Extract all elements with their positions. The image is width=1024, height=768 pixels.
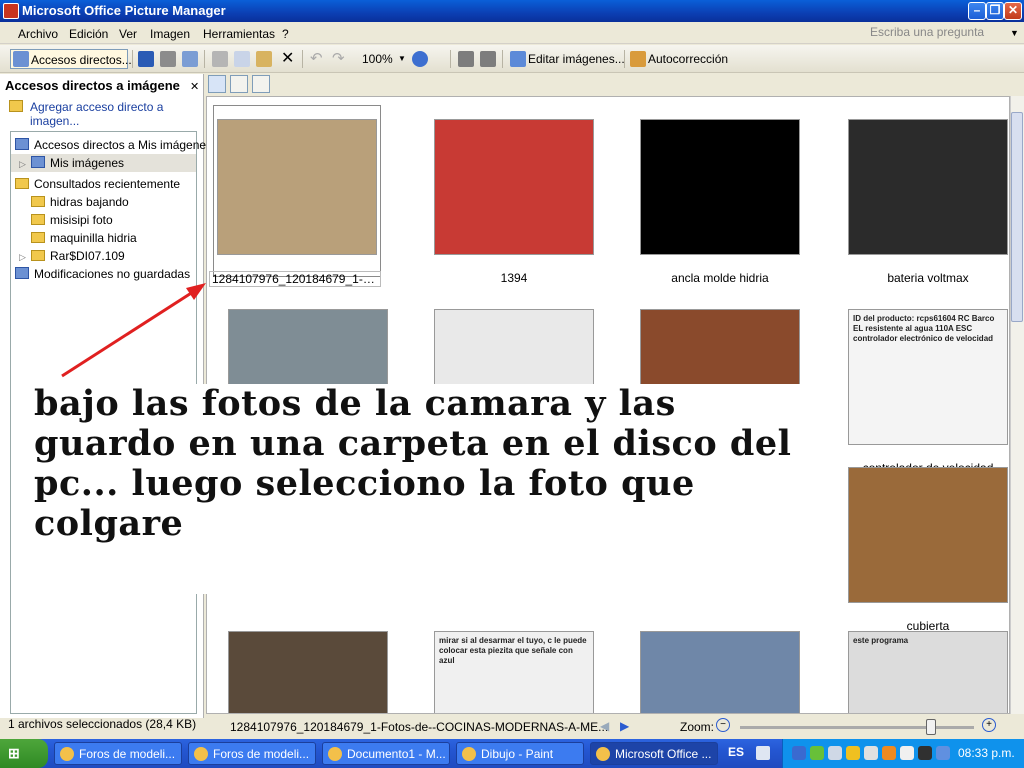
zoom-slider-handle[interactable] bbox=[926, 719, 936, 735]
windows-logo-icon: ⊞ bbox=[8, 745, 20, 761]
zoom-label: Zoom: bbox=[680, 720, 715, 734]
taskbar-button-label: Microsoft Office ... bbox=[615, 747, 712, 761]
taskbar-button[interactable]: Microsoft Office ... bbox=[590, 742, 718, 765]
app-icon bbox=[462, 747, 476, 761]
language-indicator[interactable]: ES bbox=[728, 745, 744, 759]
start-button[interactable]: ⊞ bbox=[0, 739, 48, 768]
app-icon bbox=[328, 747, 342, 761]
annotation-text: bajo las fotos de la camara y las guardo… bbox=[34, 383, 792, 544]
taskbar-button-label: Documento1 - M... bbox=[347, 747, 446, 761]
speaker-icon[interactable] bbox=[828, 746, 842, 760]
tray-app-icon[interactable] bbox=[918, 746, 932, 760]
keyboard-icon[interactable] bbox=[756, 746, 770, 760]
taskbar-button[interactable]: Foros de modeli... bbox=[54, 742, 182, 765]
tray-app-icon[interactable] bbox=[936, 746, 950, 760]
network-icon[interactable] bbox=[792, 746, 806, 760]
taskbar-button[interactable]: Dibujo - Paint bbox=[456, 742, 584, 765]
app-icon bbox=[60, 747, 74, 761]
taskbar-button[interactable]: Foros de modeli... bbox=[188, 742, 316, 765]
app-icon bbox=[596, 747, 610, 761]
app-icon bbox=[194, 747, 208, 761]
taskbar-button-label: Dibujo - Paint bbox=[481, 747, 554, 761]
selected-filename: 1284107976_120184679_1-Fotos-de--COCINAS… bbox=[230, 720, 609, 734]
tray-app-icon[interactable] bbox=[900, 746, 914, 760]
previous-arrow-icon[interactable]: ◀ bbox=[600, 719, 609, 733]
tray-app-icon[interactable] bbox=[882, 746, 896, 760]
next-arrow-icon[interactable]: ▶ bbox=[620, 719, 629, 733]
security-icon[interactable] bbox=[810, 746, 824, 760]
tray-app-icon[interactable] bbox=[864, 746, 878, 760]
taskbar-button[interactable]: Documento1 - M... bbox=[322, 742, 450, 765]
zoom-out-icon[interactable]: − bbox=[716, 718, 730, 732]
taskbar-button-label: Foros de modeli... bbox=[213, 747, 310, 761]
zoom-in-icon[interactable]: + bbox=[982, 718, 996, 732]
zoom-slider[interactable] bbox=[740, 726, 974, 729]
clock: 08:33 p.m. bbox=[958, 746, 1015, 760]
tray-app-icon[interactable] bbox=[846, 746, 860, 760]
taskbar-button-label: Foros de modeli... bbox=[79, 747, 176, 761]
